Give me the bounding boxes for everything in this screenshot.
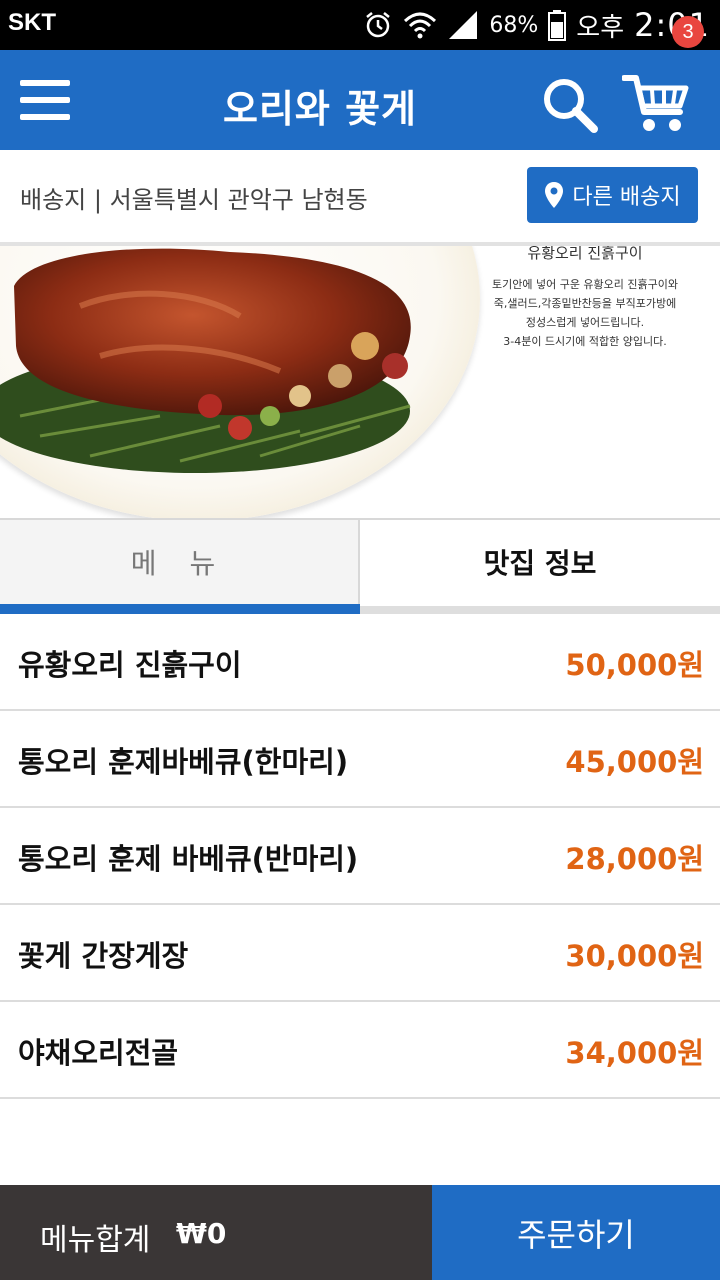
delivery-address: 배송지 | 서울특별시 관악구 남현동 xyxy=(20,186,368,214)
banner-text-block: 토기안에 넣어 구운 유황오리 진흙구이와 죽,샐러드,각종밑반찬등을 부직포가… xyxy=(490,275,680,351)
banner-line: 토기안에 넣어 구운 유황오리 진흙구이와 xyxy=(491,278,679,291)
menu-item-price: 45,000원 xyxy=(565,745,704,779)
tab-indicator-inactive xyxy=(360,606,720,614)
menu-banner: 유황오리 진흙구이 토기안에 넣어 구운 유황오리 진흙구이와 죽,샐러드,각종… xyxy=(0,246,720,518)
menu-total: 메뉴합계 ₩0 xyxy=(0,1185,432,1280)
menu-item-price: 50,000원 xyxy=(565,648,704,682)
signal-icon xyxy=(449,11,478,39)
menu-item-name: 야채오리전골 xyxy=(18,1036,179,1070)
banner-line: 죽,샐러드,각종밑반찬등을 부직포가방에 xyxy=(493,297,677,310)
menu-item[interactable]: 유황오리 진흙구이 50,000원 xyxy=(0,614,720,711)
menu-item[interactable]: 야채오리전골 34,000원 xyxy=(0,1002,720,1099)
location-pin-icon xyxy=(545,182,564,208)
battery-percent: 68% xyxy=(489,12,539,38)
tab-restaurant-info[interactable]: 맛집 정보 xyxy=(360,520,720,604)
tab-menu[interactable]: 메 뉴 xyxy=(0,520,360,604)
banner-line: 정성스럽게 넣어드립니다. xyxy=(525,316,645,329)
cart-count-badge: 3 xyxy=(672,16,704,48)
menu-total-label: 메뉴합계 xyxy=(40,1223,151,1258)
menu-item[interactable]: 통오리 훈제 바베큐(반마리) 28,000원 xyxy=(0,808,720,905)
menu-item-price: 34,000원 xyxy=(565,1036,704,1070)
delivery-address-bar: 배송지 | 서울특별시 관악구 남현동 다른 배송지 xyxy=(0,150,720,246)
wifi-icon xyxy=(404,12,437,39)
menu-item[interactable]: 꽃게 간장게장 30,000원 xyxy=(0,905,720,1002)
menu-item[interactable]: 통오리 훈제바베큐(한마리) 45,000원 xyxy=(0,711,720,808)
tab-indicator-active xyxy=(0,604,360,614)
cart-button[interactable] xyxy=(621,70,694,136)
time-ampm: 오후 xyxy=(576,12,625,43)
menu-list: 유황오리 진흙구이 50,000원 통오리 훈제바베큐(한마리) 45,000원… xyxy=(0,614,720,1099)
banner-line: 3-4분이 드시기에 적합한 양입니다. xyxy=(503,335,667,348)
menu-item-name: 통오리 훈제바베큐(한마리) xyxy=(18,745,349,779)
menu-item-price: 30,000원 xyxy=(565,939,704,973)
app-bar: 오리와 꽃게 xyxy=(0,50,720,150)
search-button[interactable] xyxy=(540,75,600,135)
banner-description: 유황오리 진흙구이 토기안에 넣어 구운 유황오리 진흙구이와 죽,샐러드,각종… xyxy=(490,246,680,351)
tab-bar: 메 뉴 맛집 정보 xyxy=(0,518,720,616)
menu-item-name: 통오리 훈제 바베큐(반마리) xyxy=(18,842,359,876)
battery-icon xyxy=(548,10,567,41)
change-address-button[interactable]: 다른 배송지 xyxy=(527,167,698,223)
search-icon xyxy=(544,79,598,133)
change-address-label: 다른 배송지 xyxy=(572,185,681,210)
banner-title: 유황오리 진흙구이 xyxy=(527,246,643,262)
cart-icon xyxy=(621,75,689,131)
status-bar: SKT 68% 오후 2:01 xyxy=(0,0,720,50)
alarm-icon xyxy=(366,12,391,38)
status-icons: 68% 오후 2:01 xyxy=(363,4,710,46)
menu-item-price: 28,000원 xyxy=(565,842,704,876)
menu-item-name: 꽃게 간장게장 xyxy=(18,939,189,973)
roast-duck-image xyxy=(0,248,411,473)
bottom-bar: 메뉴합계 ₩0 주문하기 xyxy=(0,1185,720,1280)
menu-item-name: 유황오리 진흙구이 xyxy=(18,648,242,682)
menu-total-amount: ₩0 xyxy=(176,1217,227,1250)
order-button[interactable]: 주문하기 xyxy=(432,1185,720,1280)
carrier-name: SKT xyxy=(8,9,56,36)
